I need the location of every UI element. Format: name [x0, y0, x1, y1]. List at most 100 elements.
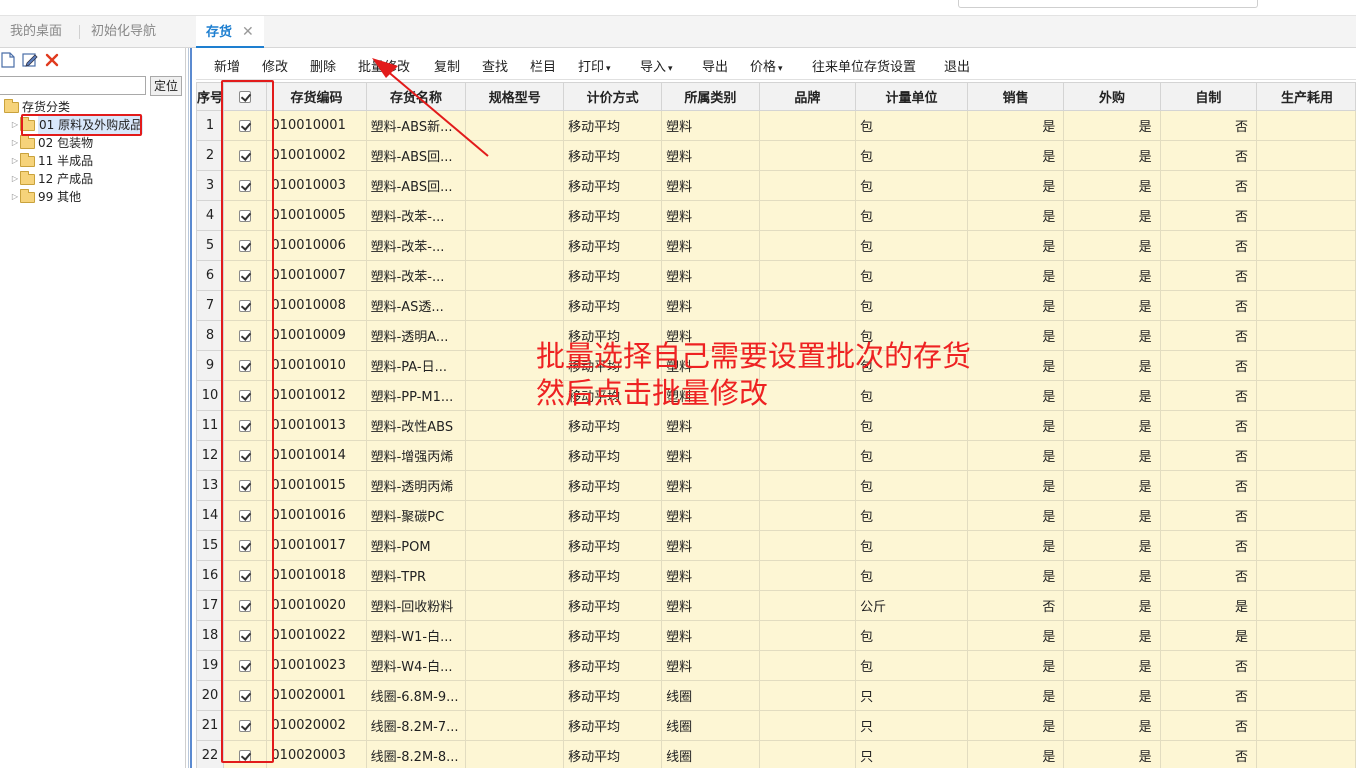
item-name: 塑料-PP-M1... [365, 380, 467, 411]
col-header-purchase[interactable]: 外购 [1063, 82, 1161, 111]
table-row[interactable]: 12 010010014 塑料-增强丙烯 移动平均 塑料包是是否 [196, 440, 1356, 471]
item-code: 010010017 [266, 530, 367, 561]
tree-item[interactable]: ▷ 12 产成品 [0, 170, 186, 188]
purchase-flag: 是 [1063, 590, 1161, 621]
exit-button[interactable]: 退出 [944, 56, 970, 75]
item-unit: 包 [855, 530, 968, 561]
table-row[interactable]: 3 010010003 塑料-ABS回... 移动平均 塑料包是是否 [196, 170, 1356, 201]
export-button[interactable]: 导出 [702, 56, 728, 75]
col-header-spec[interactable]: 规格型号 [465, 82, 565, 111]
item-name: 塑料-PA-日... [365, 350, 467, 381]
table-row[interactable]: 6 010010007 塑料-改苯-... 移动平均 塑料包是是否 [196, 260, 1356, 291]
item-spec [465, 740, 565, 768]
table-row[interactable]: 5 010010006 塑料-改苯-... 移动平均 塑料包是是否 [196, 230, 1356, 261]
partner-inventory-settings-button[interactable]: 往来单位存货设置 [812, 56, 916, 75]
tree-selection-highlight [21, 114, 142, 136]
table-row[interactable]: 7 010010008 塑料-AS透... 移动平均 塑料包是是否 [196, 290, 1356, 321]
item-spec [465, 110, 565, 141]
close-icon[interactable]: ✕ [242, 24, 254, 40]
tree-item[interactable]: ▷ 99 其他 [0, 188, 186, 206]
locate-row: 定位 [0, 76, 186, 96]
table-row[interactable]: 13 010010015 塑料-透明丙烯 移动平均 塑料包是是否 [196, 470, 1356, 501]
item-category: 塑料 [661, 440, 760, 471]
table-row[interactable]: 4 010010005 塑料-改苯-... 移动平均 塑料包是是否 [196, 200, 1356, 231]
table-row[interactable]: 21 010020002 线圈-8.2M-7... 移动平均 线圈只是是否 [196, 710, 1356, 741]
expand-arrow-icon[interactable]: ▷ [10, 134, 20, 152]
price-button[interactable]: 价格 ▾ [750, 56, 783, 75]
table-row[interactable]: 11 010010013 塑料-改性ABS 移动平均 塑料包是是否 [196, 410, 1356, 441]
col-header-code[interactable]: 存货编码 [266, 82, 367, 111]
edit-icon[interactable] [22, 52, 38, 68]
row-number: 17 [196, 590, 225, 621]
item-code: 010010001 [266, 110, 367, 141]
table-row[interactable]: 19 010010023 塑料-W4-白... 移动平均 塑料包是是否 [196, 650, 1356, 681]
delete-button[interactable]: 删除 [310, 56, 336, 75]
self-made-flag: 否 [1159, 740, 1258, 768]
row-number: 15 [196, 530, 225, 561]
tree-item[interactable]: ▷ 11 半成品 [0, 152, 186, 170]
expand-arrow-icon[interactable]: ▷ [10, 170, 20, 188]
table-row[interactable]: 1 010010001 塑料-ABS新... 移动平均 塑料包是是否 [196, 110, 1356, 141]
col-header-self-made[interactable]: 自制 [1159, 82, 1258, 111]
table-row[interactable]: 17 010010020 塑料-回收粉料 移动平均 塑料 公斤否是是 [196, 590, 1356, 621]
item-code: 010010007 [266, 260, 367, 291]
sale-flag: 是 [966, 440, 1065, 471]
expand-arrow-icon[interactable]: ▷ [10, 152, 20, 170]
table-row[interactable]: 20 010020001 线圈-6.8M-9... 移动平均 线圈只是是否 [196, 680, 1356, 711]
col-header-valuation[interactable]: 计价方式 [563, 82, 663, 111]
col-header-brand[interactable]: 品牌 [758, 82, 857, 111]
tab-bar: 我的桌面 初始化导航 存货 ✕ [0, 16, 1356, 49]
batch-edit-button[interactable]: 批量修改 [358, 56, 410, 75]
import-button[interactable]: 导入 ▾ [640, 56, 673, 75]
folder-icon [20, 134, 35, 149]
valuation-method: 移动平均 [563, 710, 663, 741]
col-header-sale[interactable]: 销售 [966, 82, 1065, 111]
expand-arrow-icon[interactable]: ▷ [10, 116, 20, 134]
col-header-production-use[interactable]: 生产耗用 [1256, 82, 1356, 111]
add-button[interactable]: 新增 [214, 56, 240, 75]
item-unit: 包 [855, 650, 968, 681]
sale-flag: 是 [966, 140, 1065, 171]
locate-input[interactable] [0, 76, 146, 95]
table-row[interactable]: 15 010010017 塑料-POM 移动平均 塑料包是是否 [196, 530, 1356, 561]
table-row[interactable]: 14 010010016 塑料-聚碳PC 移动平均 塑料包是是否 [196, 500, 1356, 531]
table-row[interactable]: 16 010010018 塑料-TPR 移动平均 塑料包是是否 [196, 560, 1356, 591]
col-header-no[interactable]: 序号 [196, 82, 225, 111]
sale-flag: 是 [966, 290, 1065, 321]
col-header-category[interactable]: 所属类别 [661, 82, 760, 111]
item-category: 塑料 [661, 140, 760, 171]
col-header-unit[interactable]: 计量单位 [855, 82, 968, 111]
valuation-method: 移动平均 [563, 260, 663, 291]
item-brand [758, 620, 857, 651]
purchase-flag: 是 [1063, 110, 1161, 141]
delete-icon[interactable] [44, 52, 60, 68]
print-button[interactable]: 打印 ▾ [578, 56, 611, 75]
table-row[interactable]: 2 010010002 塑料-ABS回... 移动平均 塑料包是是否 [196, 140, 1356, 171]
self-made-flag: 否 [1159, 230, 1258, 261]
row-number: 11 [196, 410, 225, 441]
button-label: 复制 [434, 60, 461, 75]
columns-button[interactable]: 栏目 [530, 56, 556, 75]
col-header-name[interactable]: 存货名称 [365, 82, 467, 111]
item-name: 塑料-ABS新... [365, 110, 467, 141]
table-row[interactable]: 18 010010022 塑料-W1-白... 移动平均 塑料包是是是 [196, 620, 1356, 651]
top-search-box[interactable] [958, 0, 1258, 8]
sale-flag: 是 [966, 710, 1065, 741]
tab-inventory[interactable]: 存货 ✕ [196, 16, 264, 49]
item-unit: 包 [855, 500, 968, 531]
panel-splitter[interactable] [188, 48, 192, 768]
locate-button[interactable]: 定位 [150, 76, 182, 96]
find-button[interactable]: 查找 [482, 56, 508, 75]
expand-arrow-icon[interactable]: ▷ [10, 188, 20, 206]
tab-my-desktop[interactable]: 我的桌面 [0, 16, 72, 48]
tree-item[interactable]: ▷ 02 包装物 [0, 134, 186, 152]
inventory-grid: 序号 存货编码 存货名称 规格型号 计价方式 所属类别 品牌 计量单位 销售 外… [196, 82, 1356, 768]
item-spec [465, 530, 565, 561]
self-made-flag: 否 [1159, 500, 1258, 531]
new-doc-icon[interactable] [0, 52, 16, 68]
edit-button[interactable]: 修改 [262, 56, 288, 75]
sale-flag: 是 [966, 200, 1065, 231]
table-row[interactable]: 22 010020003 线圈-8.2M-8... 移动平均 线圈只是是否 [196, 740, 1356, 768]
tab-init-nav[interactable]: 初始化导航 [81, 16, 166, 48]
copy-button[interactable]: 复制 [434, 56, 460, 75]
